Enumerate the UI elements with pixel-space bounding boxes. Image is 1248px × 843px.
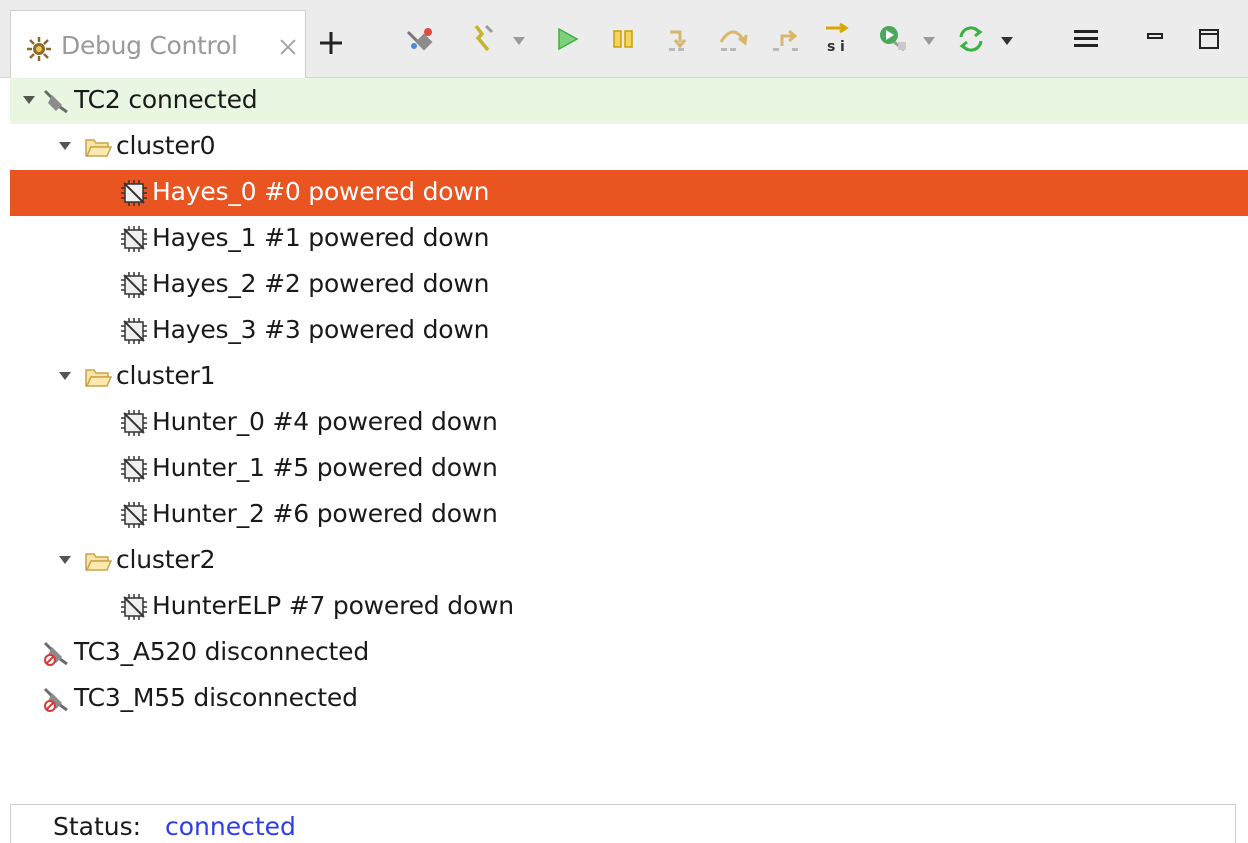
cluster-label: cluster1 (116, 361, 216, 390)
add-view-icon[interactable] (318, 30, 344, 56)
core-label: Hayes_1 #1 powered down (152, 223, 490, 252)
cpu-core-icon (121, 456, 147, 482)
minimize-icon (1147, 33, 1163, 39)
core-label: Hayes_3 #3 powered down (152, 315, 490, 344)
cpu-core-icon (121, 318, 147, 344)
tree-row-cluster2[interactable]: cluster2 (10, 538, 1248, 584)
close-icon[interactable] (277, 36, 299, 58)
step-over-icon (719, 30, 748, 51)
bug-gear-icon (27, 37, 51, 61)
tree-row-core-hayes-1[interactable]: Hayes_1 #1 powered down (10, 216, 1248, 262)
core-label: HunterELP #7 powered down (152, 591, 514, 620)
chevron-down-icon[interactable] (1000, 36, 1014, 46)
target-disconnected-icon (43, 687, 68, 712)
chevron-down-icon[interactable] (512, 36, 526, 46)
cpu-core-icon (121, 502, 147, 528)
disconnect-target-icon (474, 24, 494, 52)
chevron-down-icon[interactable] (58, 141, 72, 151)
cpu-core-icon (121, 180, 147, 206)
target-connection-icon (43, 89, 68, 114)
view-menu-icon (1074, 30, 1098, 47)
tree-row-core-hunter-2[interactable]: Hunter_2 #6 powered down (10, 492, 1248, 538)
step-instruction-button[interactable]: s i (820, 22, 854, 56)
connection-label: TC3_A520 disconnected (74, 637, 369, 666)
debug-tree: TC2 connected cluster0 Hayes_0 #0 powere… (10, 78, 1248, 804)
folder-open-icon (85, 369, 112, 387)
core-label: Hunter_2 #6 powered down (152, 499, 498, 528)
tree-row-core-hunter-0[interactable]: Hunter_0 #4 powered down (10, 400, 1248, 446)
cpu-core-icon (121, 410, 147, 436)
folder-open-icon (85, 553, 112, 571)
run-icon (558, 27, 579, 51)
sync-button[interactable] (954, 22, 988, 56)
core-label: Hayes_2 #2 powered down (152, 269, 490, 298)
tree-row-connection-tc3-m55[interactable]: TC3_M55 disconnected (10, 676, 1248, 722)
tree-row-core-hayes-3[interactable]: Hayes_3 #3 powered down (10, 308, 1248, 354)
svg-text:s: s (827, 39, 835, 55)
chevron-down-icon[interactable] (22, 95, 36, 105)
status-label: Status: (53, 812, 142, 841)
tree-row-core-hayes-0[interactable]: Hayes_0 #0 powered down (10, 170, 1248, 216)
status-bar: Status: connected (10, 804, 1236, 843)
step-instruction-icon: s i (826, 22, 849, 55)
maximize-icon (1199, 29, 1219, 49)
cpu-core-icon (121, 226, 147, 252)
step-over-button[interactable] (716, 22, 750, 56)
folder-open-icon (85, 139, 112, 157)
chevron-down-icon[interactable] (58, 371, 72, 381)
debug-from-button[interactable] (876, 22, 910, 56)
debug-control-view: Debug Control s i TC2 connected cluster0… (0, 0, 1248, 843)
cluster-label: cluster2 (116, 545, 216, 574)
debug-from-icon (880, 26, 906, 52)
suspend-icon (613, 30, 633, 48)
connect-target-button[interactable] (404, 22, 438, 56)
tree-row-core-hayes-2[interactable]: Hayes_2 #2 powered down (10, 262, 1248, 308)
suspend-button[interactable] (606, 22, 640, 56)
core-label: Hunter_1 #5 powered down (152, 453, 498, 482)
disconnect-target-button[interactable] (468, 22, 502, 56)
tree-row-cluster0[interactable]: cluster0 (10, 124, 1248, 170)
tab-debug-control[interactable]: Debug Control (10, 10, 306, 78)
maximize-button[interactable] (1192, 22, 1226, 56)
cpu-core-icon (121, 594, 147, 620)
svg-text:i: i (840, 39, 845, 55)
core-label: Hayes_0 #0 powered down (152, 177, 490, 206)
view-menu-button[interactable] (1070, 22, 1104, 56)
step-return-icon (773, 29, 798, 51)
tab-title: Debug Control (61, 31, 238, 60)
step-into-button[interactable] (664, 22, 698, 56)
status-value: connected (165, 812, 296, 841)
chevron-down-icon[interactable] (922, 36, 936, 46)
tree-row-core-hunter-1[interactable]: Hunter_1 #5 powered down (10, 446, 1248, 492)
core-label: Hunter_0 #4 powered down (152, 407, 498, 436)
connection-label: TC3_M55 disconnected (74, 683, 358, 712)
step-into-icon (669, 30, 687, 51)
sync-icon (959, 26, 983, 52)
cluster-label: cluster0 (116, 131, 216, 160)
tree-row-connection-tc2[interactable]: TC2 connected (10, 78, 1248, 124)
step-return-button[interactable] (770, 22, 804, 56)
run-button[interactable] (550, 22, 584, 56)
tree-row-connection-tc3-a520[interactable]: TC3_A520 disconnected (10, 630, 1248, 676)
tree-row-core-hunterelp[interactable]: HunterELP #7 powered down (10, 584, 1248, 630)
view-toolbar: Debug Control s i (0, 0, 1248, 78)
connection-label: TC2 connected (74, 85, 258, 114)
minimize-button[interactable] (1138, 22, 1172, 56)
connect-target-icon (406, 28, 433, 51)
target-disconnected-icon (43, 641, 68, 666)
tree-row-cluster1[interactable]: cluster1 (10, 354, 1248, 400)
cpu-core-icon (121, 272, 147, 298)
chevron-down-icon[interactable] (58, 555, 72, 565)
